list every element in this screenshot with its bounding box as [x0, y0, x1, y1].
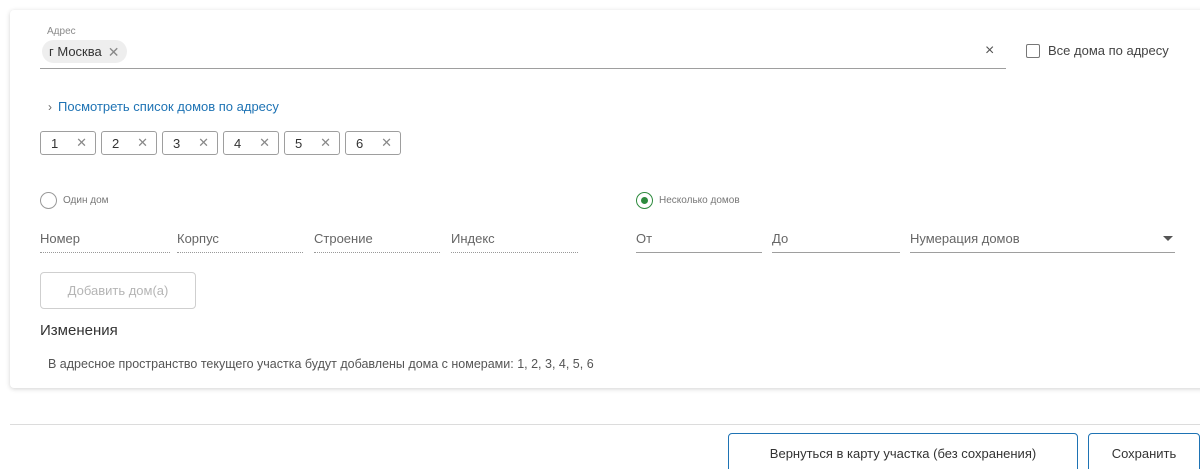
- house-chip-label: 3: [173, 135, 181, 151]
- structure-placeholder: Строение: [314, 231, 373, 246]
- radio-one-house-label: Один дом: [63, 195, 109, 206]
- checkbox-box[interactable]: [1026, 43, 1040, 58]
- from-input[interactable]: От: [636, 231, 762, 253]
- house-chip: 4 ✕: [223, 131, 279, 155]
- to-placeholder: До: [772, 231, 789, 246]
- house-chip: 2 ✕: [101, 131, 157, 155]
- caret-down-icon[interactable]: [1163, 236, 1173, 241]
- remove-icon[interactable]: ✕: [259, 135, 270, 151]
- remove-icon[interactable]: ✕: [76, 135, 87, 151]
- house-chip-label: 2: [112, 135, 120, 151]
- chevron-right-icon: ›: [48, 99, 52, 114]
- house-chip: 6 ✕: [345, 131, 401, 155]
- structure-input[interactable]: Строение: [314, 231, 440, 253]
- to-input[interactable]: До: [772, 231, 900, 253]
- house-chip-label: 1: [51, 135, 59, 151]
- back-without-saving-button[interactable]: Вернуться в карту участка (без сохранени…: [728, 433, 1078, 469]
- numbering-placeholder: Нумерация домов: [910, 231, 1020, 246]
- from-placeholder: От: [636, 231, 653, 246]
- house-chip: 1 ✕: [40, 131, 96, 155]
- changes-text: В адресное пространство текущего участка…: [48, 357, 594, 371]
- all-houses-checkbox[interactable]: Все дома по адресу: [1026, 43, 1169, 58]
- address-label: Адрес: [47, 26, 76, 37]
- remove-icon[interactable]: ✕: [108, 45, 120, 59]
- korpus-input[interactable]: Корпус: [177, 231, 303, 253]
- remove-icon[interactable]: ✕: [198, 135, 209, 151]
- house-chip: 5 ✕: [284, 131, 340, 155]
- changes-title: Изменения: [40, 322, 118, 339]
- view-houses-label[interactable]: Посмотреть список домов по адресу: [58, 99, 279, 114]
- view-houses-link[interactable]: › Посмотреть список домов по адресу: [48, 99, 279, 114]
- footer-divider: [10, 424, 1200, 425]
- radio-many-houses[interactable]: Несколько домов: [636, 192, 740, 209]
- house-number-placeholder: Номер: [40, 231, 81, 246]
- address-input[interactable]: [40, 68, 1006, 69]
- house-chip-label: 5: [295, 135, 303, 151]
- radio-one-house[interactable]: Один дом: [40, 192, 109, 209]
- house-chip-label: 6: [356, 135, 364, 151]
- clear-icon[interactable]: ×: [985, 42, 994, 60]
- address-chip: г Москва ✕: [42, 40, 128, 63]
- radio-many-houses-label: Несколько домов: [659, 195, 740, 206]
- remove-icon[interactable]: ✕: [320, 135, 331, 151]
- radio-selected-icon[interactable]: [636, 192, 653, 209]
- house-chip-label: 4: [234, 135, 242, 151]
- save-button[interactable]: Сохранить: [1088, 433, 1200, 469]
- all-houses-label: Все дома по адресу: [1048, 43, 1169, 58]
- remove-icon[interactable]: ✕: [137, 135, 148, 151]
- house-number-input[interactable]: Номер: [40, 231, 170, 253]
- house-number-chips: 1 ✕ 2 ✕ 3 ✕ 4 ✕ 5 ✕ 6 ✕: [40, 131, 401, 155]
- index-placeholder: Индекс: [451, 231, 495, 246]
- radio-icon[interactable]: [40, 192, 57, 209]
- korpus-placeholder: Корпус: [177, 231, 219, 246]
- address-chip-label: г Москва: [49, 44, 102, 59]
- index-input[interactable]: Индекс: [451, 231, 578, 253]
- remove-icon[interactable]: ✕: [381, 135, 392, 151]
- add-houses-button[interactable]: Добавить дом(а): [40, 272, 196, 309]
- house-chip: 3 ✕: [162, 131, 218, 155]
- numbering-select[interactable]: Нумерация домов: [910, 231, 1175, 253]
- address-card: [10, 10, 1200, 388]
